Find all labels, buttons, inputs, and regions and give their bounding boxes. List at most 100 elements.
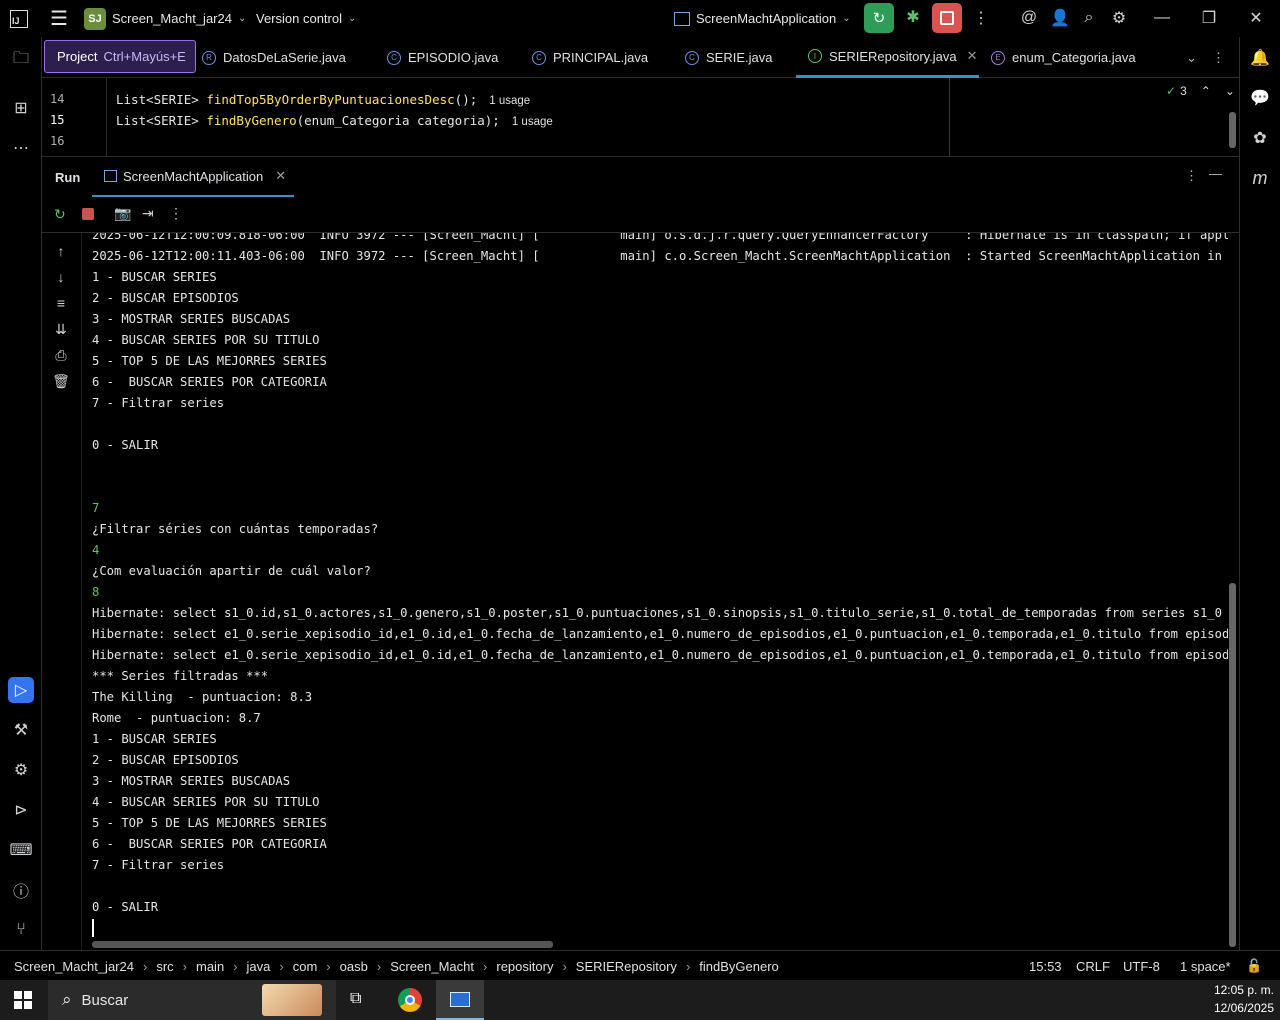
breadcrumb-separator-icon: › [483,958,488,974]
cursor-position[interactable]: 15:53 [1029,951,1062,981]
more-tools-icon[interactable]: ⋯ [8,135,34,161]
trash-icon[interactable]: 🗑 [48,368,74,394]
indent-setting[interactable]: 1 space* [1180,951,1231,981]
stop-button[interactable] [932,3,962,33]
add-user-icon[interactable]: 👤 [1046,4,1074,32]
settings-gear-icon[interactable]: ⚙ [1105,4,1133,32]
breadcrumb-item[interactable]: repository [496,959,553,974]
breadcrumb-item[interactable]: com [293,959,318,974]
search-icon[interactable]: ⌕ [1075,4,1103,32]
vcs-menu[interactable]: Version control ⌄ [256,0,356,37]
more-icon[interactable]: ⋮ [169,205,183,222]
tab-enum-categoria[interactable]: E enum_Categoria.java [991,37,1136,78]
services-icon[interactable]: ⚙ [8,757,34,783]
soft-wrap-icon[interactable]: ≡ [48,290,74,316]
project-tool-popup[interactable]: Project Ctrl+Mayús+E [44,40,196,73]
file-encoding[interactable]: UTF-8 [1123,951,1160,981]
project-selector[interactable]: SJ Screen_Macht_jar24 ⌄ [84,0,246,37]
breadcrumb-item[interactable]: findByGenero [699,959,779,974]
tab-serie-repository[interactable]: I SERIERepository.java ✕ [796,37,979,78]
minimize-icon[interactable]: — [1148,4,1176,32]
arrow-down-icon[interactable]: ↓ [48,264,74,290]
close-tab-icon[interactable]: ✕ [967,48,978,64]
maven-icon[interactable]: m [1247,165,1273,191]
clock-time[interactable]: 12:05 p. m. [1180,983,1274,997]
build-hammer-icon[interactable]: ⚒ [8,717,34,743]
plugin-icon[interactable]: ✿ [1247,125,1273,151]
tab-more-icon[interactable]: ⋮ [1212,37,1225,78]
chevron-up-icon[interactable]: ⌃ [1201,84,1211,98]
exit-icon[interactable]: ⇥ [142,205,154,222]
task-view-icon[interactable]: ⧉ [350,990,361,1008]
close-tab-icon[interactable]: ✕ [275,168,286,184]
run-config-selector[interactable]: ScreenMachtApplication ⌄ [674,0,851,37]
terminal-icon[interactable]: ⌨ [8,837,34,863]
breadcrumb-separator-icon: › [142,958,148,974]
problems-icon[interactable]: ⓘ [8,877,34,903]
console-output-line: 1 - BUSCAR SERIES [92,732,217,746]
tab-principal[interactable]: C PRINCIPAL.java [532,37,648,78]
more-actions-icon[interactable]: ⋮ [967,4,995,32]
breadcrumb-item[interactable]: Screen_Macht [390,959,474,974]
console-output-line: 7 - Filtrar series [92,858,225,872]
tab-datos-de-la-serie[interactable]: R DatosDeLaSerie.java [202,37,346,78]
run-options-icon[interactable]: ⋮ [1185,168,1198,184]
line-separator[interactable]: CRLF [1076,951,1110,981]
structure-icon[interactable]: ⊞ [8,95,34,121]
usage-hint[interactable]: 1 usage [512,116,553,128]
chevron-down-icon[interactable]: ⌄ [1225,84,1235,98]
breadcrumb-item[interactable]: oasb [340,959,368,974]
search-icon: ⌕ [62,990,72,1009]
breadcrumb-item[interactable]: src [156,959,173,974]
breadcrumb-item[interactable]: SERIERepository [576,959,677,974]
chrome-icon[interactable] [398,988,422,1012]
clock-date[interactable]: 12/06/2025 [1180,1001,1274,1015]
editor-vertical-scrollbar[interactable] [1229,112,1236,148]
console-output-line: 4 - BUSCAR SERIES POR SU TITULO [92,795,320,809]
usage-hint[interactable]: 1 usage [489,95,530,107]
windows-start-icon[interactable] [14,991,32,1009]
scroll-to-end-icon[interactable]: ⇊ [48,316,74,342]
tab-list-chevron-icon[interactable]: ⌄ [1186,37,1197,78]
lock-icon[interactable]: 🔓 [1246,951,1262,981]
arrow-up-icon[interactable]: ↑ [48,238,74,264]
breadcrumb-item[interactable]: main [196,959,224,974]
code-line-14[interactable]: List<SERIE> findTop5ByOrderByPuntuacione… [116,92,530,107]
code-line-15[interactable]: List<SERIE> findByGenero(enum_Categoria … [116,113,553,128]
app-logo-icon[interactable]: IJ [10,0,28,37]
console-output[interactable]: 2025-06-12T12:00:09.818-06:00 INFO 3972 … [92,233,1228,943]
intellij-taskbar-button[interactable] [436,980,484,1020]
tab-label: DatosDeLaSerie.java [223,50,346,65]
search-highlight-book-icon [262,984,322,1016]
taskbar-search[interactable]: ⌕ Buscar [48,980,336,1020]
console-horizontal-scrollbar[interactable] [92,941,553,948]
minimize-panel-icon[interactable]: — [1209,166,1222,181]
tab-episodio[interactable]: C EPISODIO.java [387,37,498,78]
code-editor[interactable]: 14 List<SERIE> findTop5ByOrderByPuntuaci… [42,78,1239,156]
console-output-line: 3 - MOSTRAR SERIES BUSCADAS [92,774,291,788]
ai-chat-icon[interactable]: 💬 [1247,85,1273,111]
run-tab-screenmacht[interactable]: ScreenMachtApplication ✕ [92,157,294,198]
restore-icon[interactable]: ❐ [1195,4,1223,32]
ai-assistant-icon[interactable]: @ [1015,4,1043,32]
breadcrumb-item[interactable]: java [247,959,271,974]
git-branch-icon[interactable]: ⑂ [8,917,34,943]
breadcrumb-item[interactable]: Screen_Macht_jar24 [14,959,134,974]
camera-icon[interactable]: 📷 [114,205,131,222]
folder-icon[interactable]: 🗀 [8,47,34,73]
tab-label: enum_Categoria.java [1012,50,1136,65]
main-menu-icon[interactable]: ☰ [50,0,68,37]
close-icon[interactable]: ✕ [1242,4,1270,32]
run-tool-icon[interactable]: ▷ [8,677,34,703]
stop-icon[interactable] [82,208,94,220]
services-run-icon[interactable]: ⊳ [8,797,34,823]
debug-icon[interactable]: ✱ [902,6,924,28]
tab-serie[interactable]: C SERIE.java [685,37,772,78]
console-vertical-scrollbar[interactable] [1229,583,1236,947]
notifications-bell-icon[interactable]: 🔔 [1247,45,1273,71]
console-output-line: *** Series filtradas *** [92,669,269,683]
rerun-button[interactable]: ↻ [864,3,894,33]
print-icon[interactable]: ⎙ [48,342,74,368]
inspection-widget[interactable]: ✓ 3 ⌃ ⌄ [1166,84,1235,98]
rerun-icon[interactable]: ↻ [54,206,66,223]
